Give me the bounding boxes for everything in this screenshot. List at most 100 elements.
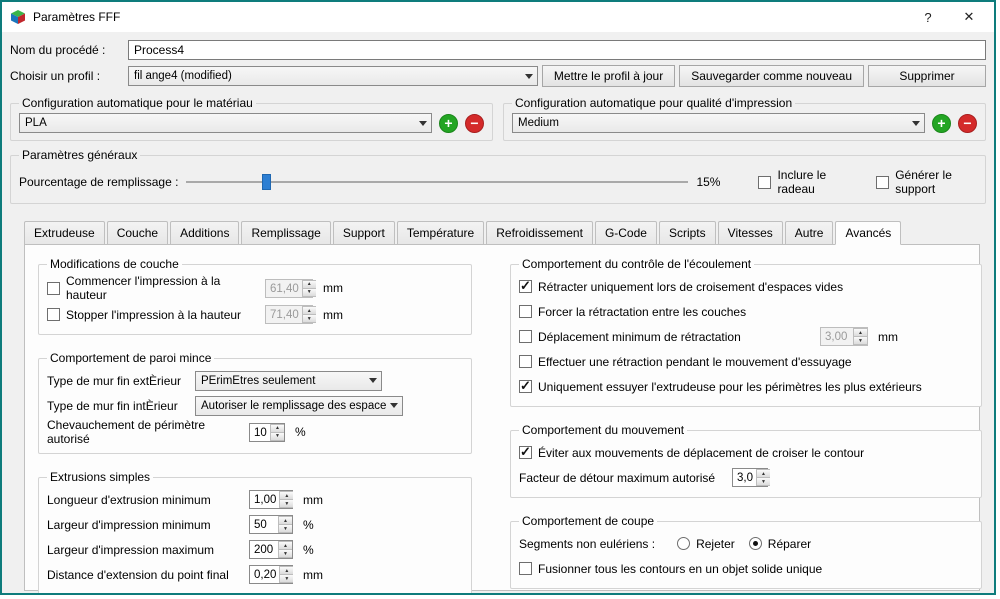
generate-support-checkbox[interactable] (876, 175, 890, 189)
slider-handle[interactable] (261, 174, 271, 190)
delete-profile-button[interactable]: Supprimer (868, 65, 986, 87)
min-printing-width-unit: % (303, 517, 314, 532)
include-raft-label: Inclure le radeau (777, 168, 827, 196)
tab-bar: Extrudeuse Couche Additions Remplissage … (24, 221, 980, 245)
remove-material-button[interactable]: − (465, 113, 484, 133)
save-as-new-button[interactable]: Sauvegarder comme nouveau (679, 65, 864, 87)
update-profile-button[interactable]: Mettre le profil à jour (541, 65, 676, 87)
tab-remplissage[interactable]: Remplissage (241, 221, 331, 245)
repair-segments-label: Réparer (767, 536, 812, 551)
stop-at-height-checkbox[interactable] (47, 308, 60, 321)
tab-panel-avances: Modifications de couche Commencer l'impr… (24, 244, 982, 593)
retract-only-crossing-label: Rétracter uniquement lors de croisement … (538, 279, 844, 294)
spin-down-icon[interactable]: ▼ (270, 432, 284, 441)
tab-avances[interactable]: Avancés (835, 221, 902, 245)
spinner-arrows[interactable]: ▲ ▼ (278, 516, 292, 533)
spinner-arrows[interactable]: ▲ ▼ (279, 566, 294, 583)
material-selected-value: PLA (25, 117, 47, 129)
spinner-arrows[interactable]: ▲ ▼ (301, 306, 316, 323)
retract-only-crossing-checkbox[interactable] (519, 278, 532, 294)
tab-temperature[interactable]: Température (396, 221, 485, 245)
min-extrusion-length-value: 1,00 (254, 494, 277, 506)
spin-up-icon[interactable]: ▲ (301, 279, 316, 289)
external-thin-wall-select[interactable]: PÈrimÈtres seulement (195, 370, 382, 391)
close-button[interactable]: ✕ (952, 9, 986, 25)
retract-during-wipe-checkbox[interactable] (519, 355, 532, 368)
internal-thin-wall-select[interactable]: Autoriser le remplissage des espaces (195, 395, 403, 416)
spin-down-icon[interactable]: ▼ (301, 315, 316, 323)
start-height-spinner[interactable]: 61,40 ▲ ▼ (265, 278, 316, 298)
spinner-arrows[interactable]: ▲ ▼ (853, 328, 867, 345)
tab-scripts[interactable]: Scripts (658, 221, 716, 245)
spin-down-icon[interactable]: ▼ (278, 550, 292, 558)
chevron-down-icon (386, 403, 402, 408)
profile-select[interactable]: fil ange4 (modified) (128, 66, 538, 86)
stop-height-spinner[interactable]: 71,40 ▲ ▼ (265, 305, 316, 324)
min-travel-retraction-value: 3,00 (825, 331, 848, 343)
min-extrusion-length-spinner[interactable]: 1,00 ▲ ▼ (249, 490, 294, 509)
max-printing-width-label: Largeur d'impression maximum (47, 542, 215, 557)
start-height-value: 61,40 (270, 282, 299, 295)
tab-couche[interactable]: Couche (106, 221, 169, 245)
min-travel-retraction-spinner[interactable]: 3,00 ▲ ▼ (820, 327, 868, 346)
spin-up-icon[interactable]: ▲ (279, 491, 294, 500)
single-extrusions-title: Extrusions simples (50, 470, 151, 484)
spin-up-icon[interactable]: ▲ (853, 328, 867, 337)
process-name-input[interactable] (128, 40, 986, 60)
spin-up-icon[interactable]: ▲ (278, 541, 292, 550)
spin-up-icon[interactable]: ▲ (270, 423, 284, 433)
wipe-outer-perimeters-checkbox[interactable] (519, 378, 532, 394)
tab-gcode[interactable]: G-Code (594, 221, 657, 245)
start-at-height-label: Commencer l'impression à la hauteur (66, 274, 221, 302)
tab-refroidissement[interactable]: Refroidissement (486, 221, 593, 245)
spinner-arrows[interactable]: ▲ ▼ (278, 541, 292, 558)
perimeter-overlap-spinner[interactable]: 10 ▲ ▼ (249, 422, 285, 442)
max-printing-width-spinner[interactable]: 200 ▲ ▼ (249, 540, 293, 559)
infill-slider[interactable] (186, 173, 689, 191)
spin-down-icon[interactable]: ▼ (279, 575, 294, 583)
detour-factor-spinner[interactable]: 3,0 ▲ ▼ (732, 468, 770, 487)
spin-up-icon[interactable]: ▲ (756, 469, 770, 478)
force-retraction-label: Forcer la rétractation entre les couches (538, 304, 747, 319)
material-select[interactable]: PLA (19, 113, 432, 133)
add-material-button[interactable]: + (439, 113, 458, 133)
endpoint-extension-spinner[interactable]: 0,20 ▲ ▼ (249, 565, 294, 584)
start-at-height-checkbox[interactable] (47, 281, 60, 295)
spinner-arrows[interactable]: ▲ ▼ (301, 279, 316, 297)
merge-outlines-checkbox[interactable] (519, 562, 532, 575)
min-extrusion-length-label: Longueur d'extrusion minimum (47, 492, 211, 507)
spinner-arrows[interactable]: ▲ ▼ (279, 491, 294, 508)
repair-segments-radio[interactable] (748, 537, 762, 550)
spin-down-icon[interactable]: ▼ (853, 337, 867, 345)
avoid-crossing-outline-checkbox[interactable] (519, 444, 532, 460)
tab-autre[interactable]: Autre (784, 221, 834, 245)
wipe-outer-perimeters-label: Uniquement essuyer l'extrudeuse pour les… (538, 379, 922, 394)
generate-support-label: Générer le support (895, 168, 952, 196)
auto-material-group: Configuration automatique pour le matéri… (10, 96, 493, 141)
quality-select[interactable]: Medium (512, 113, 925, 133)
min-printing-width-spinner[interactable]: 50 ▲ ▼ (249, 515, 293, 534)
app-icon (10, 9, 26, 25)
add-quality-button[interactable]: + (932, 113, 951, 133)
tab-support[interactable]: Support (332, 221, 395, 245)
tab-additions[interactable]: Additions (170, 221, 240, 245)
include-raft-checkbox[interactable] (758, 175, 772, 189)
tab-extrudeuse[interactable]: Extrudeuse (24, 221, 105, 245)
spin-up-icon[interactable]: ▲ (278, 516, 292, 525)
spin-down-icon[interactable]: ▼ (756, 478, 770, 486)
thin-wall-title: Comportement de paroi mince (50, 351, 212, 365)
spin-down-icon[interactable]: ▼ (279, 500, 294, 508)
spin-down-icon[interactable]: ▼ (301, 288, 316, 297)
spin-down-icon[interactable]: ▼ (278, 525, 292, 533)
remove-quality-button[interactable]: − (958, 113, 977, 133)
min-travel-retraction-checkbox[interactable] (519, 330, 532, 343)
help-button[interactable]: ? (911, 10, 945, 25)
spin-up-icon[interactable]: ▲ (279, 566, 294, 575)
spinner-arrows[interactable]: ▲ ▼ (756, 469, 770, 486)
discard-segments-radio[interactable] (677, 537, 691, 550)
tab-vitesses[interactable]: Vitesses (717, 221, 783, 245)
spinner-arrows[interactable]: ▲ ▼ (270, 423, 284, 441)
spin-up-icon[interactable]: ▲ (301, 306, 316, 315)
perimeter-overlap-value: 10 (254, 426, 267, 439)
force-retraction-checkbox[interactable] (519, 305, 532, 318)
